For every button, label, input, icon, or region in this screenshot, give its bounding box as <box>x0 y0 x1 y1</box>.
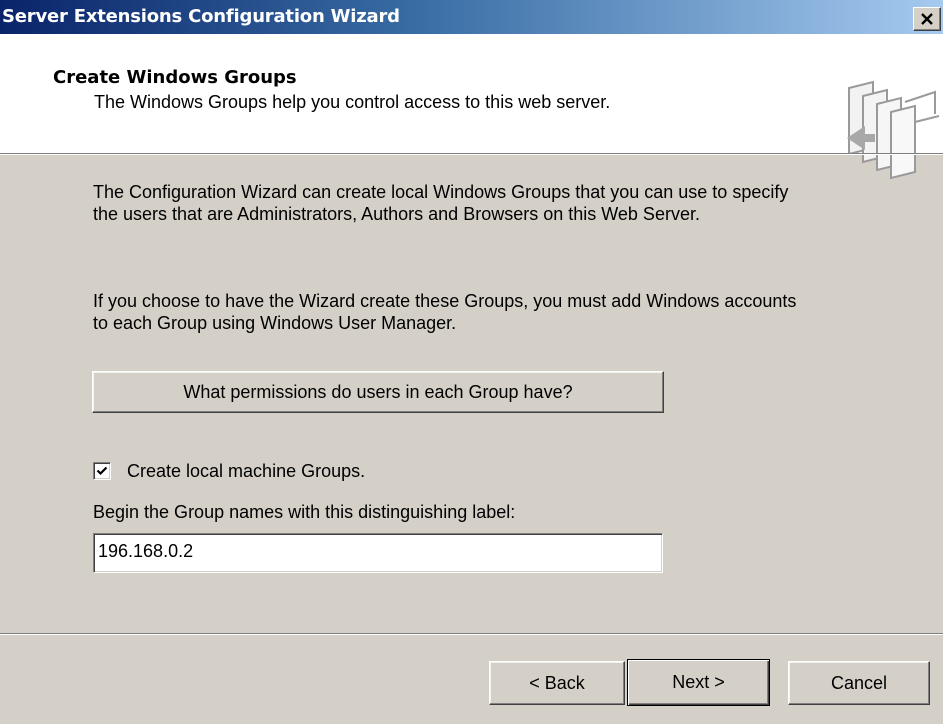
intro-line-1: The Configuration Wizard can create loca… <box>93 182 789 202</box>
create-groups-checkbox[interactable] <box>93 462 111 480</box>
checkmark-icon <box>96 466 108 476</box>
header-separator <box>0 153 943 155</box>
next-button[interactable]: Next > <box>627 659 770 706</box>
wizard-header: Create Windows Groups The Windows Groups… <box>0 34 943 180</box>
close-icon <box>921 13 933 25</box>
instructions-line-1: If you choose to have the Wizard create … <box>93 291 797 311</box>
permissions-button[interactable]: What permissions do users in each Group … <box>92 371 664 413</box>
instructions-paragraph: If you choose to have the Wizard create … <box>93 290 913 334</box>
footer-separator <box>0 633 943 635</box>
cancel-button[interactable]: Cancel <box>788 661 930 705</box>
intro-line-2: the users that are Administrators, Autho… <box>93 204 700 224</box>
create-groups-label[interactable]: Create local machine Groups. <box>127 461 365 482</box>
header-title: Create Windows Groups <box>53 67 297 88</box>
close-button[interactable] <box>913 7 941 31</box>
back-button[interactable]: < Back <box>489 661 625 705</box>
group-label-input[interactable] <box>93 533 663 573</box>
wizard-window: Server Extensions Configuration Wizard C… <box>0 0 943 724</box>
window-title: Server Extensions Configuration Wizard <box>2 6 400 27</box>
group-label-prompt: Begin the Group names with this distingu… <box>93 502 516 522</box>
title-bar[interactable]: Server Extensions Configuration Wizard <box>0 0 943 34</box>
wizard-pages-icon <box>847 80 940 180</box>
header-subtitle: The Windows Groups help you control acce… <box>94 92 611 112</box>
intro-paragraph: The Configuration Wizard can create loca… <box>93 181 913 225</box>
instructions-line-2: to each Group using Windows User Manager… <box>93 313 457 333</box>
